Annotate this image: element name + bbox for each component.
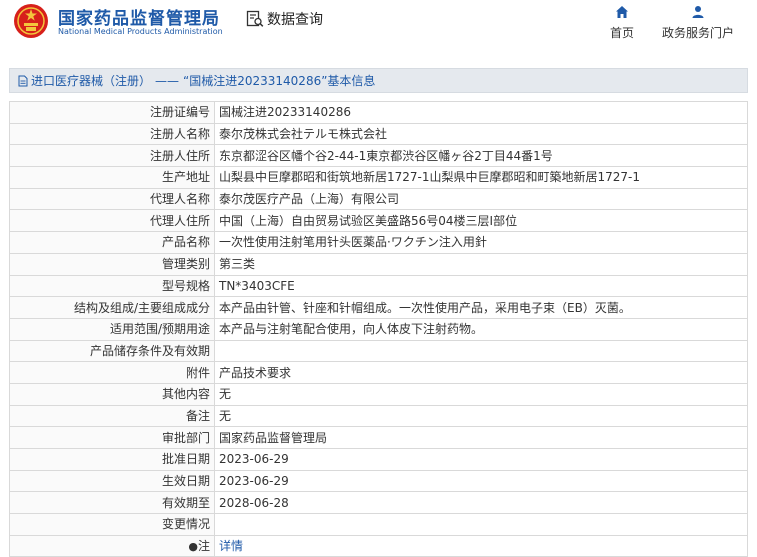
row-label: 审批部门	[9, 426, 215, 449]
row-value	[214, 513, 748, 536]
breadcrumb-current: “国械注进20233140286”基本信息	[183, 74, 376, 88]
breadcrumb-category-link[interactable]: 进口医疗器械（注册）	[31, 72, 151, 89]
row-label: 管理类别	[9, 252, 215, 276]
national-emblem-icon	[14, 4, 48, 38]
note-label-cell: ●注	[9, 534, 215, 557]
table-row: 生产地址 山梨县中巨摩郡昭和街筑地新居1727-1山梨県中巨摩郡昭和町築地新居17…	[9, 166, 748, 189]
document-icon	[18, 75, 28, 86]
row-label: 生效日期	[9, 469, 215, 493]
row-label: 结构及组成/主要组成成分	[9, 296, 215, 319]
detail-table: 注册证编号 国械注进20233140286 注册人名称 泰尔茂株式会社テルモ株式会社…	[9, 101, 748, 557]
row-label: 注册人名称	[9, 122, 215, 146]
table-row: 附件 产品技术要求	[9, 361, 748, 384]
note-value-cell: 详情	[214, 534, 748, 557]
row-label: 产品名称	[9, 231, 215, 254]
table-row: 生效日期 2023-06-29	[9, 469, 748, 493]
data-query-label: 数据查询	[267, 12, 323, 28]
row-label: 其他内容	[9, 382, 215, 406]
row-label: 注册人住所	[9, 144, 215, 168]
nav-service-portal-label: 政务服务门户	[661, 26, 734, 40]
table-row: 注册人住所 东京都涩谷区幡个谷2-44-1東京都渋谷区幡ヶ谷2丁目44番1号	[9, 144, 748, 168]
nav-home-label: 首页	[609, 26, 634, 40]
row-value: 泰尔茂医疗产品（上海）有限公司	[214, 187, 748, 211]
row-value: 国械注进20233140286	[214, 101, 748, 124]
table-row: 审批部门 国家药品监督管理局	[9, 426, 748, 449]
row-label: 备注	[9, 404, 215, 428]
details-link[interactable]: 详情	[219, 539, 243, 553]
site-header: 国家药品监督管理局 National Medical Products Admi…	[0, 0, 757, 60]
table-row: 备注无	[9, 404, 748, 428]
row-label: 生产地址	[9, 166, 215, 189]
table-row: 产品名称 一次性使用注射笔用针头医薬品·ワクチン注入用針	[9, 231, 748, 254]
row-label: 注册证编号	[9, 101, 215, 124]
row-value: 第三类	[214, 252, 748, 276]
row-value: 2023-06-29	[214, 448, 748, 471]
row-label: 适用范围/预期用途	[9, 317, 215, 341]
table-row: 管理类别 第三类	[9, 252, 748, 276]
note-label: 注	[197, 538, 210, 553]
nav-service-portal[interactable]: 政务服务门户	[655, 5, 741, 41]
row-value: 一次性使用注射笔用针头医薬品·ワクチン注入用針	[214, 231, 748, 254]
row-label: 变更情况	[9, 513, 215, 536]
nav-home[interactable]: 首页	[607, 5, 637, 41]
row-label: 批准日期	[9, 448, 215, 471]
home-icon	[616, 6, 628, 18]
row-value: 本产品由针管、针座和针帽组成。一次性使用产品，采用电子束（EB）灭菌。	[214, 296, 748, 319]
row-value: 无	[214, 404, 748, 428]
data-query-link[interactable]: 数据查询	[246, 9, 323, 29]
row-label: 产品储存条件及有效期	[9, 339, 215, 363]
row-value: 东京都涩谷区幡个谷2-44-1東京都渋谷区幡ヶ谷2丁目44番1号	[214, 144, 748, 168]
row-value: 本产品与注射笔配合使用，向人体皮下注射药物。	[214, 317, 748, 341]
row-value: TN*3403CFE	[214, 274, 748, 298]
pin-icon: ●	[188, 539, 198, 553]
org-name-en[interactable]: National Medical Products Administration	[58, 27, 223, 36]
row-value: 产品技术要求	[214, 361, 748, 384]
row-value: 山梨县中巨摩郡昭和街筑地新居1727-1山梨県中巨摩郡昭和町築地新居1727-1	[214, 166, 748, 189]
row-label: 代理人名称	[9, 187, 215, 211]
row-value: 2028-06-28	[214, 491, 748, 515]
table-row: 注册证编号 国械注进20233140286	[9, 101, 748, 124]
table-row-note: ●注 详情	[9, 534, 748, 557]
table-row: 结构及组成/主要组成成分 本产品由针管、针座和针帽组成。一次性使用产品，采用电子束…	[9, 296, 748, 319]
table-row: 型号规格 TN*3403CFE	[9, 274, 748, 298]
data-query-icon	[246, 10, 264, 27]
table-row: 代理人住所 中国（上海）自由贸易试验区美盛路56号04楼三层I部位	[9, 209, 748, 233]
row-value: 中国（上海）自由贸易试验区美盛路56号04楼三层I部位	[214, 209, 748, 233]
row-value: 无	[214, 382, 748, 406]
table-row: 适用范围/预期用途 本产品与注射笔配合使用，向人体皮下注射药物。	[9, 317, 748, 341]
table-row: 产品储存条件及有效期	[9, 339, 748, 363]
row-label: 有效期至	[9, 491, 215, 515]
table-row: 批准日期 2023-06-29	[9, 448, 748, 471]
row-value: 2023-06-29	[214, 469, 748, 493]
breadcrumb: 进口医疗器械（注册） —— “国械注进20233140286”基本信息	[9, 68, 748, 93]
row-label: 代理人住所	[9, 209, 215, 233]
breadcrumb-separator: ——	[155, 73, 180, 88]
row-value	[214, 339, 748, 363]
table-row: 其他内容无	[9, 382, 748, 406]
table-row: 有效期至 2028-06-28	[9, 491, 748, 515]
org-name-cn[interactable]: 国家药品监督管理局	[58, 4, 220, 29]
row-label: 型号规格	[9, 274, 215, 298]
table-row: 注册人名称 泰尔茂株式会社テルモ株式会社	[9, 122, 748, 146]
user-icon	[692, 6, 704, 18]
table-row: 代理人名称 泰尔茂医疗产品（上海）有限公司	[9, 187, 748, 211]
table-row: 变更情况	[9, 513, 748, 536]
row-value: 泰尔茂株式会社テルモ株式会社	[214, 122, 748, 146]
row-label: 附件	[9, 361, 215, 384]
row-value: 国家药品监督管理局	[214, 426, 748, 449]
